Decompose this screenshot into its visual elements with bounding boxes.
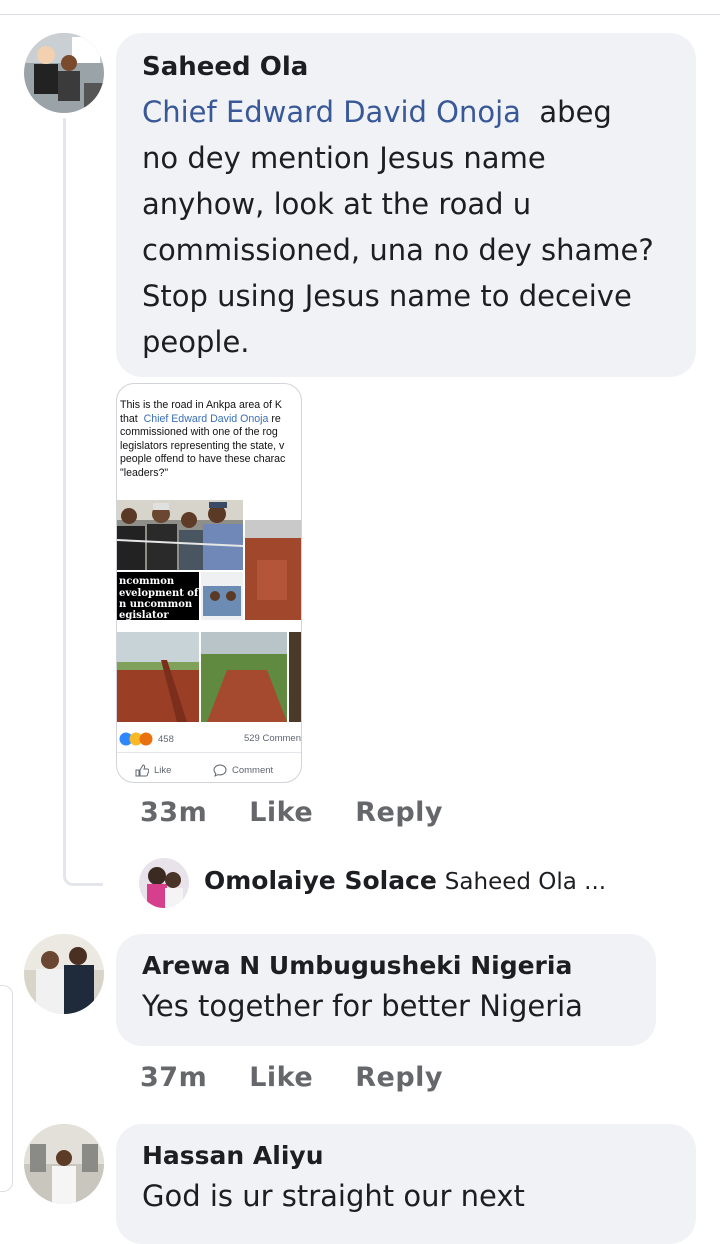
- caption-mention: Chief Edward David Onoja: [143, 412, 269, 425]
- attachment-like-button[interactable]: Like: [135, 764, 171, 777]
- banner-line-2: evelopment of: [119, 588, 199, 599]
- comment-author[interactable]: Arewa N Umbugusheki Nigeria: [142, 950, 630, 982]
- comment-text: Chief Edward David Onoja abeg no dey men…: [142, 89, 670, 365]
- comment-timestamp[interactable]: 33m: [140, 797, 207, 828]
- caption-line: re: [271, 412, 281, 425]
- reply-thread-line: [63, 118, 66, 878]
- caption-line: "leaders?": [120, 466, 169, 479]
- caption-line: legislators representing the state, v: [120, 439, 285, 452]
- comment-author[interactable]: Hassan Aliyu: [142, 1140, 670, 1172]
- comment-text: God is ur straight our next: [142, 1179, 525, 1213]
- comment-timestamp[interactable]: 37m: [140, 1062, 207, 1093]
- top-divider: [0, 14, 720, 15]
- caption-line: commissioned with one of the rog: [120, 426, 278, 439]
- reactions-icon: [119, 732, 153, 746]
- attachment-divider: [117, 752, 301, 753]
- comment-text-line: Stop using Jesus name to deceive: [142, 279, 632, 313]
- comment-text: Yes together for better Nigeria: [142, 989, 583, 1023]
- reply-button[interactable]: Reply: [355, 1062, 443, 1093]
- comment-bubble-saheed-ola: Saheed Ola Chief Edward David Onoja abeg…: [116, 33, 696, 377]
- comment-icon: [213, 764, 227, 777]
- reply-preview-text: Saheed Ola ...: [444, 869, 607, 895]
- reply-preview[interactable]: Omolaiye Solace Saheed Ola ...: [204, 866, 606, 895]
- comment-attachment-image[interactable]: This is the road in Ankpa area of K that…: [116, 383, 302, 783]
- comment-actions-arewa: 37m Like Reply: [140, 1062, 443, 1093]
- comment-label: Comment: [232, 765, 274, 776]
- comment-actions-saheed-ola: 33m Like Reply: [140, 797, 443, 828]
- comment-bubble-arewa: Arewa N Umbugusheki Nigeria Yes together…: [116, 934, 656, 1046]
- reply-thread-connector: [63, 876, 103, 886]
- comment-text-segment: abeg: [539, 95, 612, 129]
- avatar-omolaiye-solace[interactable]: [139, 858, 189, 908]
- comment-text-line: commissioned, una no dey shame?: [142, 233, 654, 267]
- thumbs-up-icon: [135, 764, 149, 777]
- avatar-saheed-ola[interactable]: [24, 33, 104, 113]
- avatar-hassan-aliyu[interactable]: [24, 1124, 104, 1204]
- caption-line: that: [120, 412, 138, 425]
- caption-line: This is the road in Ankpa area of K: [120, 399, 282, 411]
- reaction-count: 458: [158, 733, 174, 745]
- attachment-comment-button[interactable]: Comment: [213, 764, 273, 777]
- avatar-arewa[interactable]: [24, 934, 104, 1014]
- reply-author[interactable]: Omolaiye Solace: [204, 866, 437, 895]
- reaction-summary[interactable]: 458: [119, 732, 174, 746]
- comment-bubble-hassan-aliyu: Hassan Aliyu God is ur straight our next: [116, 1124, 696, 1244]
- like-button[interactable]: Like: [249, 797, 313, 828]
- comment-count[interactable]: 529 Commen: [244, 733, 301, 744]
- comment-text-line: anyhow, look at the road u: [142, 187, 532, 221]
- reply-button[interactable]: Reply: [355, 797, 443, 828]
- attachment-caption: This is the road in Ankpa area of K that…: [117, 384, 301, 481]
- comment-text-line: people.: [142, 325, 250, 359]
- comment-text-line: no dey mention Jesus name: [142, 141, 546, 175]
- comment-author[interactable]: Saheed Ola: [142, 51, 670, 83]
- banner-line-4: egislator: [119, 610, 169, 621]
- like-label: Like: [154, 765, 172, 776]
- mention-link[interactable]: Chief Edward David Onoja: [142, 95, 521, 129]
- banner-line-3: n uncommon: [119, 599, 193, 610]
- banner-line-1: ncommon: [119, 576, 175, 587]
- attachment-photo-collage: ncommon evelopment of n uncommon egislat…: [117, 500, 301, 722]
- side-panel-edge: [0, 985, 13, 1192]
- like-button[interactable]: Like: [249, 1062, 313, 1093]
- caption-line: people offend to have these charac: [120, 453, 286, 466]
